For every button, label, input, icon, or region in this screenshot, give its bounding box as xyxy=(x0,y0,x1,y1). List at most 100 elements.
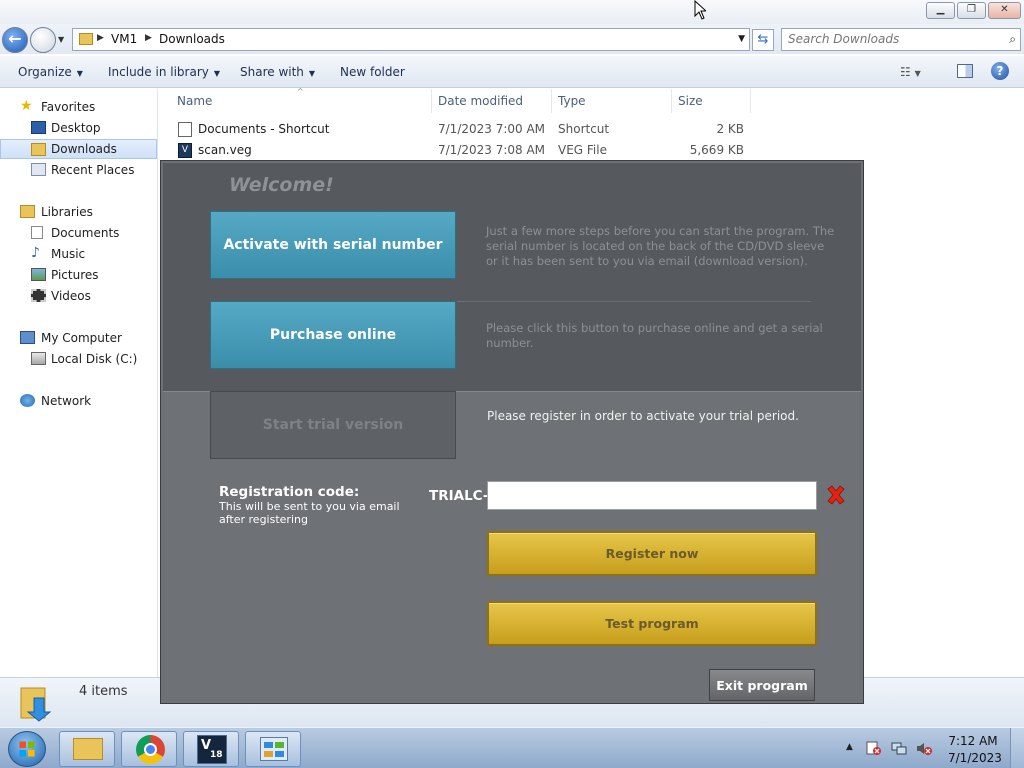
include-in-library-label: Include in library xyxy=(108,65,209,79)
change-view-icon[interactable]: ☷ ▼ xyxy=(900,65,921,79)
preview-pane-icon[interactable] xyxy=(957,64,973,78)
action-center-icon[interactable] xyxy=(866,741,882,756)
register-now-button[interactable]: Register now xyxy=(487,531,817,576)
registration-hint: This will be sent to you via email after… xyxy=(219,500,400,526)
command-toolbar: Organize ▼ Include in library ▼ Share with… xyxy=(0,56,1024,88)
clock-time[interactable]: 7:12 AM xyxy=(948,734,998,748)
network-icon xyxy=(20,394,35,407)
include-in-library-menu[interactable]: Include in library ▼ xyxy=(108,65,220,79)
trial-message: Please register in order to activate you… xyxy=(487,409,799,423)
column-header-date[interactable]: Date modified xyxy=(438,94,523,108)
column-divider[interactable] xyxy=(431,89,432,113)
vegas-file-icon: V xyxy=(178,143,192,158)
file-type: VEG File xyxy=(558,143,607,157)
column-divider[interactable] xyxy=(671,89,672,113)
music-icon: ♪ xyxy=(31,245,40,261)
clock-date[interactable]: 7/1/2023 xyxy=(948,751,1002,765)
nav-my-computer[interactable]: My Computer xyxy=(0,328,157,348)
windows-logo-icon xyxy=(19,741,35,757)
nav-network-label: Network xyxy=(41,394,92,408)
minimize-button[interactable]: ▁ xyxy=(926,2,955,19)
column-header-size[interactable]: Size xyxy=(678,94,703,108)
nav-pictures[interactable]: Pictures xyxy=(0,265,157,285)
column-header-name[interactable]: Name xyxy=(177,94,212,108)
start-trial-button[interactable]: Start trial version xyxy=(210,391,456,459)
taskbar-chrome[interactable] xyxy=(121,731,177,767)
registration-code-input[interactable] xyxy=(487,481,817,510)
nav-desktop-label: Desktop xyxy=(51,121,101,135)
recent-places-icon xyxy=(31,163,46,176)
address-dropdown-icon[interactable]: ▼ xyxy=(738,34,745,44)
start-button[interactable] xyxy=(8,731,46,767)
control-panel-icon xyxy=(260,737,288,761)
dialog-welcome-title: Welcome! xyxy=(229,174,334,196)
table-row[interactable]: V scan.veg 7/1/2023 7:08 AM VEG File 5,6… xyxy=(160,140,760,161)
maximize-button[interactable]: ❐ xyxy=(957,2,986,19)
file-size: 2 KB xyxy=(716,122,744,136)
test-program-button[interactable]: Test program xyxy=(487,601,817,646)
file-date: 7/1/2023 7:00 AM xyxy=(438,122,546,136)
address-field[interactable]: ▶ VM1 ▶ Downloads ▼ xyxy=(72,28,750,51)
code-prefix: TRIALC- xyxy=(429,488,489,504)
show-desktop-button[interactable] xyxy=(1010,728,1024,768)
activate-serial-button[interactable]: Activate with serial number xyxy=(210,211,456,279)
vegas-icon: V 18 xyxy=(197,735,227,764)
purchase-online-button[interactable]: Purchase online xyxy=(210,301,456,369)
back-button[interactable]: ← xyxy=(2,27,28,53)
nav-libraries[interactable]: Libraries xyxy=(0,202,157,222)
nav-downloads-label: Downloads xyxy=(51,142,117,156)
table-row[interactable]: Documents - Shortcut 7/1/2023 7:00 AM Sh… xyxy=(160,119,760,140)
taskbar-control-panel[interactable] xyxy=(245,731,301,767)
search-input[interactable] xyxy=(788,32,988,46)
close-button[interactable]: ✕ xyxy=(988,2,1021,19)
refresh-button[interactable]: ⇆ xyxy=(752,29,774,51)
nav-favorites[interactable]: ★ Favorites xyxy=(0,97,157,117)
column-divider[interactable] xyxy=(551,89,552,113)
breadcrumb-vm1[interactable]: VM1 xyxy=(111,32,137,46)
nav-documents[interactable]: Documents xyxy=(0,223,157,243)
nav-music[interactable]: ♪ Music xyxy=(0,244,157,264)
hard-disk-icon xyxy=(31,352,46,365)
show-hidden-icons-icon[interactable]: ▲ xyxy=(846,742,853,752)
nav-recent-places[interactable]: Recent Places xyxy=(0,160,157,180)
nav-pictures-label: Pictures xyxy=(51,268,99,282)
help-icon[interactable]: ? xyxy=(991,62,1009,80)
registration-code-label: Registration code: xyxy=(219,484,360,500)
share-with-menu[interactable]: Share with ▼ xyxy=(240,65,315,79)
nav-local-disk[interactable]: Local Disk (C:) xyxy=(0,349,157,369)
clear-code-icon[interactable] xyxy=(825,484,847,506)
chevron-down-icon: ▼ xyxy=(76,69,83,78)
recent-pages-dropdown-icon[interactable]: ▼ xyxy=(58,35,64,44)
divider xyxy=(457,301,811,302)
nav-videos[interactable]: Videos xyxy=(0,286,157,306)
nav-libraries-label: Libraries xyxy=(41,205,93,219)
file-date: 7/1/2023 7:08 AM xyxy=(438,143,546,157)
network-tray-icon[interactable] xyxy=(891,741,907,756)
chevron-down-icon: ▼ xyxy=(213,69,221,78)
forward-button[interactable] xyxy=(30,27,56,53)
new-folder-button[interactable]: New folder xyxy=(340,65,405,79)
column-header-type[interactable]: Type xyxy=(558,94,586,108)
downloads-folder-icon xyxy=(20,687,52,722)
column-divider[interactable] xyxy=(750,89,751,113)
search-box[interactable]: ⌕ xyxy=(781,28,1021,51)
file-name: Documents - Shortcut xyxy=(198,122,330,136)
nav-desktop[interactable]: Desktop xyxy=(0,118,157,138)
organize-menu[interactable]: Organize ▼ xyxy=(18,65,83,79)
chevron-down-icon: ▼ xyxy=(308,69,316,78)
search-icon[interactable]: ⌕ xyxy=(1009,32,1016,47)
vegas-version: 18 xyxy=(210,750,223,760)
taskbar-vegas[interactable]: V 18 xyxy=(183,731,239,767)
breadcrumb-downloads[interactable]: Downloads xyxy=(159,32,225,46)
item-count: 4 items xyxy=(79,684,128,699)
taskbar-explorer[interactable] xyxy=(59,731,115,767)
chevron-right-icon[interactable]: ▶ xyxy=(145,33,152,43)
exit-program-button[interactable]: Exit program xyxy=(709,669,815,701)
file-name: scan.veg xyxy=(198,143,252,157)
chevron-right-icon[interactable]: ▶ xyxy=(97,33,104,43)
nav-downloads[interactable]: Downloads xyxy=(0,139,157,159)
nav-network[interactable]: Network xyxy=(0,391,157,411)
activate-description: Just a few more steps before you can sta… xyxy=(486,224,835,268)
volume-muted-icon[interactable] xyxy=(916,741,932,756)
desktop-icon xyxy=(31,121,46,134)
